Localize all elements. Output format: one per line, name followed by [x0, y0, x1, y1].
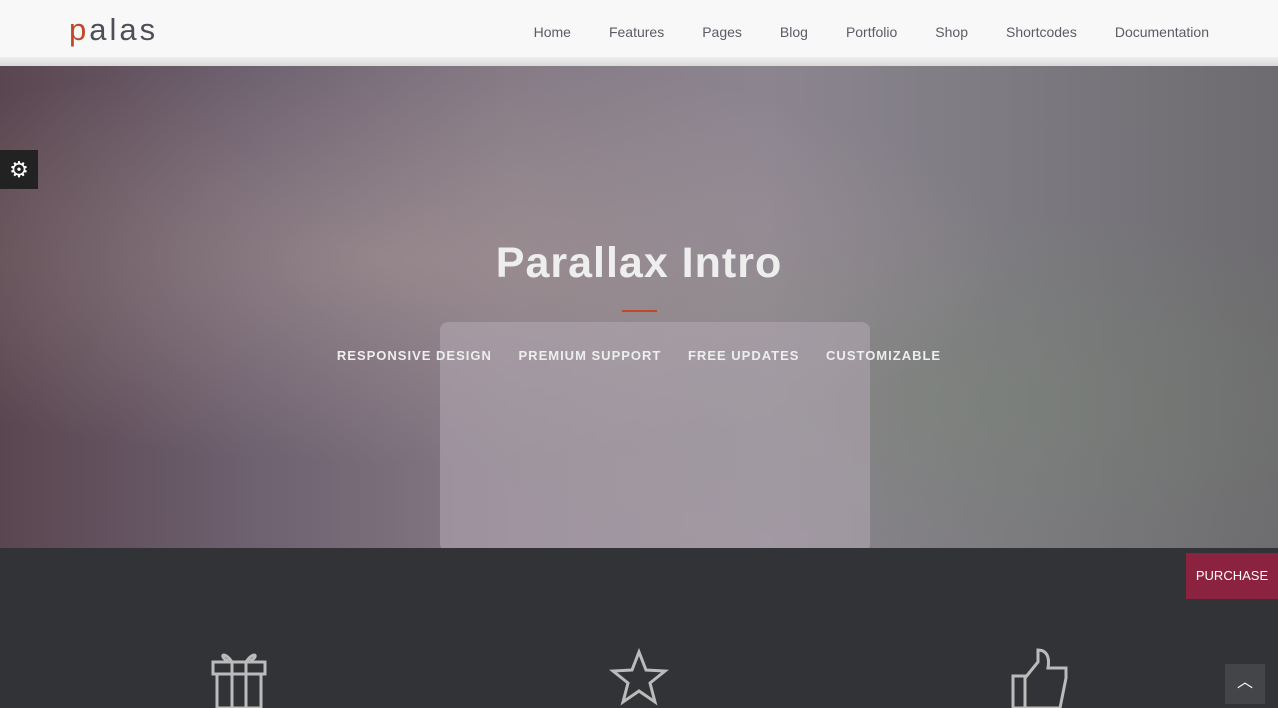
nav-home[interactable]: Home	[534, 24, 571, 40]
feature-item: PREMIUM SUPPORT	[518, 348, 662, 363]
hero-section: Parallax Intro RESPONSIVE DESIGN PREMIUM…	[0, 66, 1278, 548]
gift-icon	[211, 653, 267, 708]
nav-shortcodes[interactable]: Shortcodes	[1006, 24, 1077, 40]
logo-text: alas	[89, 12, 159, 47]
chevron-up-icon: ︿	[1236, 674, 1253, 691]
nav-pages[interactable]: Pages	[702, 24, 742, 40]
star-icon	[609, 648, 669, 706]
feature-item: RESPONSIVE DESIGN	[336, 348, 492, 363]
scroll-to-top-button[interactable]: ︿	[1225, 664, 1265, 704]
hero-features: RESPONSIVE DESIGN PREMIUM SUPPORT FREE U…	[0, 348, 1278, 363]
hero-divider	[622, 310, 657, 312]
feature-item: CUSTOMIZABLE	[826, 348, 942, 363]
nav-features[interactable]: Features	[609, 24, 664, 40]
nav-portfolio[interactable]: Portfolio	[846, 24, 897, 40]
nav-documentation[interactable]: Documentation	[1115, 24, 1209, 40]
nav-blog[interactable]: Blog	[780, 24, 808, 40]
purchase-button[interactable]: PURCHASE	[1186, 553, 1278, 599]
feature-item: FREE UPDATES	[687, 348, 800, 363]
header: palas Home Features Pages Blog Portfolio…	[0, 0, 1278, 57]
logo-p: p	[69, 12, 90, 47]
settings-gear-icon[interactable]: ⚙	[0, 150, 38, 189]
logo[interactable]: palas	[69, 12, 158, 48]
nav-shop[interactable]: Shop	[935, 24, 968, 40]
main-nav: Home Features Pages Blog Portfolio Shop …	[496, 24, 1209, 40]
header-shadow	[0, 57, 1278, 66]
hero-title: Parallax Intro	[495, 239, 783, 287]
thumbs-up-icon	[1011, 648, 1068, 708]
